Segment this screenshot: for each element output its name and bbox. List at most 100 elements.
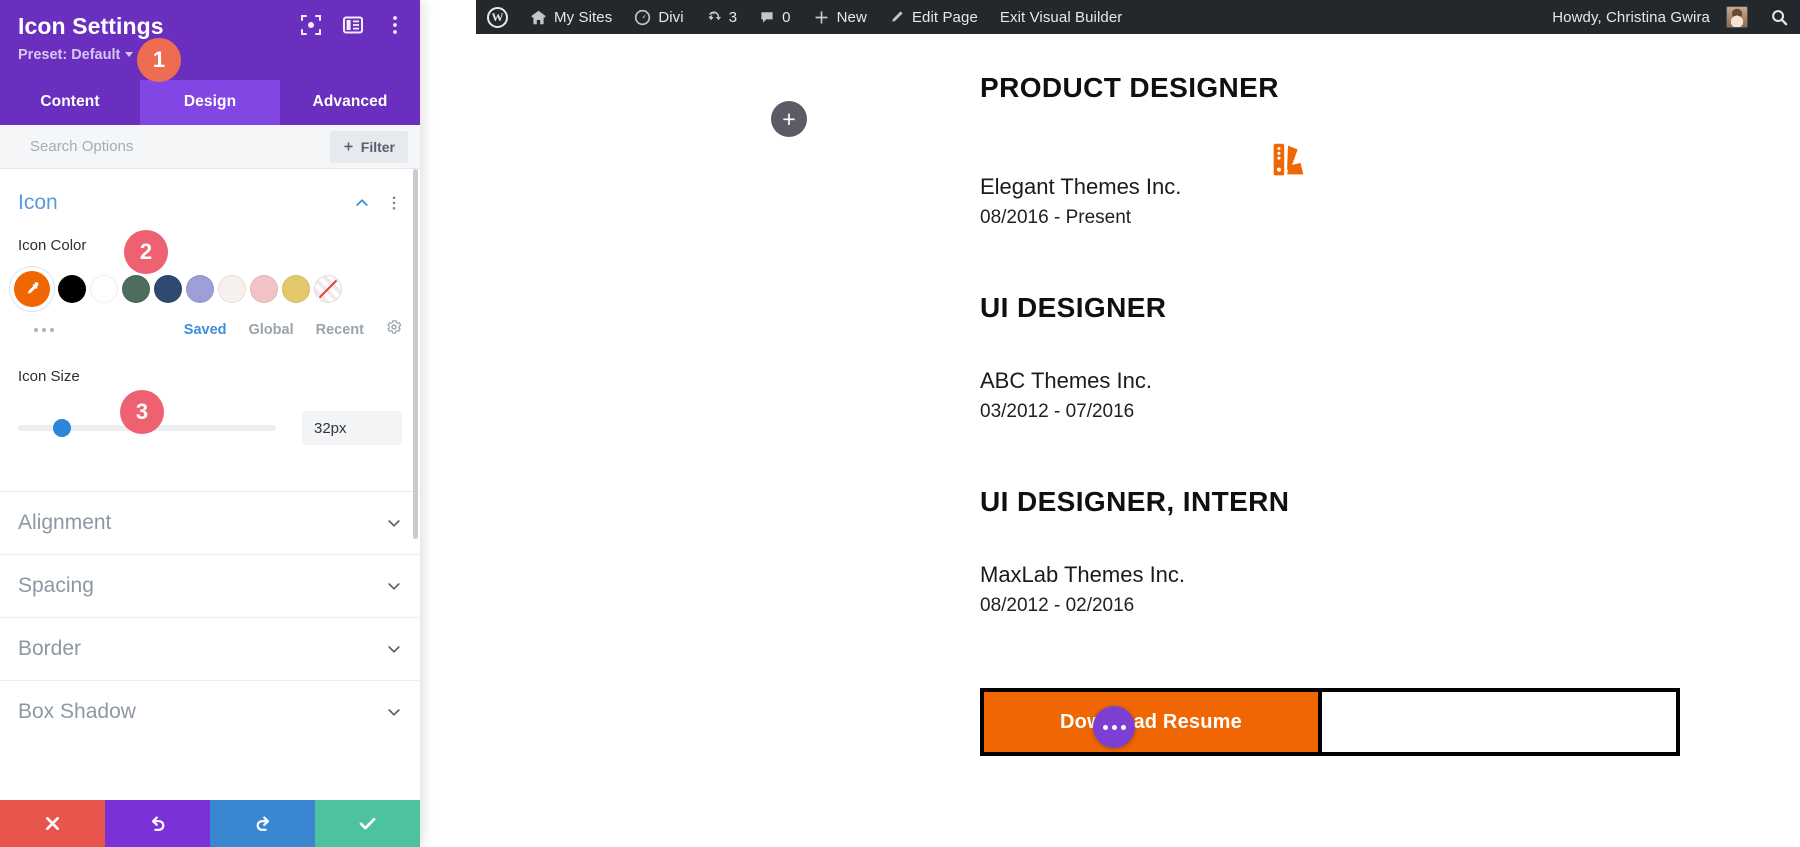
swatch-navy[interactable]: [154, 275, 182, 303]
swatch-selected-custom[interactable]: [14, 271, 50, 307]
section-icon-header[interactable]: Icon: [0, 169, 420, 223]
layout-toggle-icon[interactable]: [342, 14, 364, 36]
swatch-no-color[interactable]: [314, 275, 342, 303]
gear-icon[interactable]: [386, 319, 402, 340]
chevron-down-icon: [388, 646, 400, 653]
updates-icon: [708, 11, 721, 21]
settings-panel-header: Icon Settings Preset: Default: [0, 0, 420, 80]
icon-color-swatches: [14, 271, 402, 307]
employment-dates: 08/2016 - Present: [980, 207, 1132, 229]
step-badge-3-label: 3: [135, 399, 149, 424]
plus-icon: [815, 11, 828, 23]
wordpress-logo-icon: [487, 6, 508, 28]
save-button[interactable]: [315, 800, 420, 847]
swatch-green[interactable]: [122, 275, 150, 303]
company-name: ABC Themes Inc.: [980, 368, 1152, 394]
icon-settings-modal: Icon Settings Preset: Default Content De…: [0, 0, 420, 847]
resume-entry: UI DESIGNER ABC Themes Inc. 03/2012 - 07…: [980, 290, 1680, 428]
exit-visual-builder-link[interactable]: Exit Visual Builder: [989, 0, 1134, 34]
swatch-periwinkle[interactable]: [186, 275, 214, 303]
wp-logo-button[interactable]: [476, 0, 519, 34]
site-name-menu[interactable]: Divi: [623, 0, 694, 34]
tab-recent-colors[interactable]: Recent: [316, 322, 364, 338]
icon-size-field: Icon Size: [0, 368, 420, 385]
comments-icon: [761, 12, 773, 23]
tab-advanced[interactable]: Advanced: [280, 80, 420, 125]
chevron-up-icon[interactable]: [354, 195, 370, 211]
icon-size-input[interactable]: [302, 411, 402, 445]
dot: [42, 327, 46, 332]
avatar: [1726, 6, 1748, 28]
ellipsis-icon: [1102, 724, 1108, 730]
exit-visual-builder-label: Exit Visual Builder: [999, 8, 1123, 26]
tab-content[interactable]: Content: [0, 80, 140, 125]
chevron-down-icon: [388, 709, 400, 716]
section-border-title: Border: [18, 637, 82, 660]
section-icon-title: Icon: [18, 191, 58, 214]
howdy-label: Howdy, Christina Gwira: [1552, 8, 1710, 26]
section-spacing[interactable]: Spacing: [0, 554, 420, 617]
chevron-down-icon: [125, 52, 134, 58]
kebab-menu-icon[interactable]: [384, 14, 406, 36]
section-alignment[interactable]: Alignment: [0, 491, 420, 554]
tab-global-colors[interactable]: Global: [249, 322, 294, 338]
redo-button[interactable]: [210, 800, 315, 847]
account-menu[interactable]: Howdy, Christina Gwira: [1541, 0, 1759, 34]
swatch-offwhite[interactable]: [218, 275, 246, 303]
kebab-menu-icon[interactable]: [386, 195, 402, 211]
comments-count: 0: [782, 8, 791, 26]
step-badge-1-label: 1: [152, 47, 166, 72]
plus-icon: [344, 142, 353, 151]
ellipsis-icon: [1120, 724, 1126, 730]
comments-menu[interactable]: 0: [748, 0, 801, 34]
edit-page-link[interactable]: Edit Page: [878, 0, 989, 34]
employment-dates: 03/2012 - 07/2016: [980, 401, 1135, 423]
swatch-black[interactable]: [58, 275, 86, 303]
my-sites-label: My Sites: [554, 8, 613, 26]
adminbar-search-button[interactable]: [1759, 0, 1800, 34]
resume-content: PRODUCT DESIGNER Elegant Themes Inc. 08/…: [980, 70, 1680, 621]
section-border[interactable]: Border: [0, 617, 420, 680]
step-badge-2-label: 2: [139, 239, 153, 264]
ellipsis-icon[interactable]: [34, 327, 54, 332]
resume-entry: PRODUCT DESIGNER Elegant Themes Inc. 08/…: [980, 70, 1680, 234]
chevron-down-icon: [388, 583, 400, 590]
swatch-gold[interactable]: [282, 275, 310, 303]
preset-selector[interactable]: Preset: Default: [18, 47, 402, 63]
icon-size-label-row: Icon Size: [18, 368, 402, 385]
filter-button[interactable]: Filter: [329, 130, 408, 163]
download-resume-button[interactable]: Download Resume: [984, 692, 1322, 752]
job-title: PRODUCT DESIGNER: [980, 72, 1279, 103]
search-input[interactable]: [0, 138, 330, 155]
tab-saved-colors[interactable]: Saved: [184, 322, 227, 338]
close-x-icon: [46, 817, 59, 830]
updates-menu[interactable]: 3: [695, 0, 748, 34]
updates-count: 3: [728, 8, 738, 26]
add-section-button[interactable]: +: [771, 101, 807, 137]
swatch-pink[interactable]: [250, 275, 278, 303]
button-row-empty-column: [1322, 692, 1676, 752]
tab-design[interactable]: Design: [140, 80, 280, 125]
expand-icon[interactable]: [300, 14, 322, 36]
resume-entry: UI DESIGNER, INTERN MaxLab Themes Inc. 0…: [980, 484, 1680, 622]
page-canvas: + PRODUCT DESIGNER Elegant Themes Inc. 0…: [476, 34, 1800, 847]
my-sites-menu[interactable]: My Sites: [519, 0, 623, 34]
module-settings-button[interactable]: [1093, 706, 1135, 748]
section-box-shadow[interactable]: Box Shadow: [0, 680, 420, 743]
pencil-icon: [892, 11, 903, 22]
search-icon: [1772, 9, 1788, 25]
swatch-white[interactable]: [90, 275, 118, 303]
undo-icon: [151, 816, 164, 831]
new-content-menu[interactable]: New: [802, 0, 878, 34]
undo-button[interactable]: [105, 800, 210, 847]
panel-scrollbar[interactable]: [413, 169, 418, 539]
slider-thumb[interactable]: [52, 419, 71, 437]
cancel-button[interactable]: [0, 800, 105, 847]
settings-options-body: Icon Icon Color Saved Global Recent Icon…: [0, 169, 420, 800]
